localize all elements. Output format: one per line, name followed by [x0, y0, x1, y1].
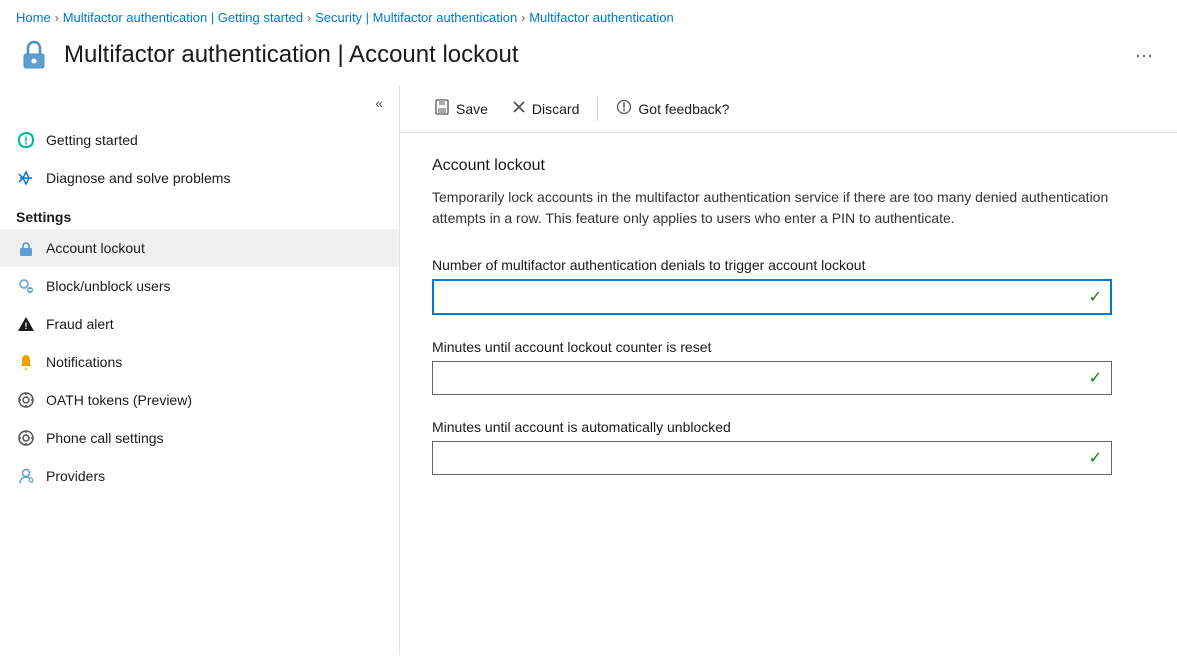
field-unblock: Minutes until account is automatically u… [432, 419, 1112, 475]
sidebar-label-oath-tokens: OATH tokens (Preview) [46, 392, 192, 408]
notifications-icon [16, 352, 36, 372]
sidebar-label-fraud-alert: Fraud alert [46, 316, 114, 332]
sidebar-label-providers: Providers [46, 468, 105, 484]
field-unblock-wrapper: ✓ [432, 441, 1112, 475]
diagnose-icon [16, 168, 36, 188]
breadcrumb-mfa[interactable]: Multifactor authentication [529, 10, 674, 25]
page-icon [16, 37, 52, 73]
field-denials-wrapper: ✓ [432, 279, 1112, 315]
field-reset-wrapper: ✓ [432, 361, 1112, 395]
discard-button[interactable]: Discard [502, 94, 589, 123]
save-icon [434, 99, 450, 118]
account-lockout-icon [16, 238, 36, 258]
sidebar-label-block-unblock: Block/unblock users [46, 278, 171, 294]
svg-text:!: ! [25, 321, 28, 331]
content-section-title: Account lockout [432, 157, 1145, 175]
save-label: Save [456, 101, 488, 117]
phone-call-settings-icon [16, 428, 36, 448]
collapse-button[interactable]: « [371, 93, 387, 113]
field-reset-counter: Minutes until account lockout counter is… [432, 339, 1112, 395]
sidebar-item-providers[interactable]: Providers [0, 457, 399, 495]
sidebar-item-oath-tokens[interactable]: OATH tokens (Preview) [0, 381, 399, 419]
breadcrumb-getting-started[interactable]: Multifactor authentication | Getting sta… [63, 10, 303, 25]
sidebar-label-diagnose: Diagnose and solve problems [46, 170, 230, 186]
main-layout: « Getting started Diagnose and solve pro… [0, 85, 1177, 655]
breadcrumb-sep-2: › [307, 11, 311, 25]
field-unblock-input[interactable] [432, 441, 1112, 475]
field-denials: Number of multifactor authentication den… [432, 257, 1112, 315]
sidebar-collapse[interactable]: « [0, 89, 399, 121]
breadcrumb-home[interactable]: Home [16, 10, 51, 25]
breadcrumb: Home › Multifactor authentication | Gett… [0, 0, 1177, 31]
getting-started-icon [16, 130, 36, 150]
breadcrumb-security[interactable]: Security | Multifactor authentication [315, 10, 517, 25]
discard-icon [512, 100, 526, 117]
block-unblock-icon [16, 276, 36, 296]
field-denials-input[interactable] [432, 279, 1112, 315]
sidebar-item-phone-call[interactable]: Phone call settings [0, 419, 399, 457]
page-title: Multifactor authentication | Account loc… [64, 41, 1115, 69]
field-unblock-label: Minutes until account is automatically u… [432, 419, 1112, 435]
sidebar-item-getting-started[interactable]: Getting started [0, 121, 399, 159]
field-unblock-check-icon: ✓ [1089, 448, 1102, 468]
sidebar-item-diagnose[interactable]: Diagnose and solve problems [0, 159, 399, 197]
sidebar-label-phone-call: Phone call settings [46, 430, 164, 446]
feedback-label: Got feedback? [638, 101, 729, 117]
toolbar: Save Discard Got feedback? [400, 85, 1177, 133]
sidebar-label-notifications: Notifications [46, 354, 122, 370]
sidebar-item-account-lockout[interactable]: Account lockout [0, 229, 399, 267]
sidebar-item-notifications[interactable]: Notifications [0, 343, 399, 381]
content-area: Account lockout Temporarily lock account… [400, 133, 1177, 655]
field-reset-check-icon: ✓ [1089, 368, 1102, 388]
sidebar-item-fraud-alert[interactable]: ! Fraud alert [0, 305, 399, 343]
field-reset-input[interactable] [432, 361, 1112, 395]
field-denials-check-icon: ✓ [1089, 287, 1102, 307]
sidebar: « Getting started Diagnose and solve pro… [0, 85, 400, 655]
more-options-button[interactable]: ··· [1127, 41, 1161, 70]
discard-label: Discard [532, 101, 579, 117]
sidebar-section-settings: Settings [0, 197, 399, 229]
sidebar-item-block-unblock[interactable]: Block/unblock users [0, 267, 399, 305]
breadcrumb-sep-1: › [55, 11, 59, 25]
providers-icon [16, 466, 36, 486]
toolbar-divider [597, 97, 598, 121]
feedback-button[interactable]: Got feedback? [606, 93, 739, 124]
sidebar-label-account-lockout: Account lockout [46, 240, 145, 256]
feedback-icon [616, 99, 632, 118]
field-denials-label: Number of multifactor authentication den… [432, 257, 1112, 273]
save-button[interactable]: Save [424, 93, 498, 124]
content-description: Temporarily lock accounts in the multifa… [432, 187, 1112, 229]
main-content: Save Discard Got feedback? Account locko… [400, 85, 1177, 655]
page-header: Multifactor authentication | Account loc… [0, 31, 1177, 85]
fraud-alert-icon: ! [16, 314, 36, 334]
field-reset-label: Minutes until account lockout counter is… [432, 339, 1112, 355]
oath-tokens-icon [16, 390, 36, 410]
sidebar-label-getting-started: Getting started [46, 132, 138, 148]
breadcrumb-sep-3: › [521, 11, 525, 25]
